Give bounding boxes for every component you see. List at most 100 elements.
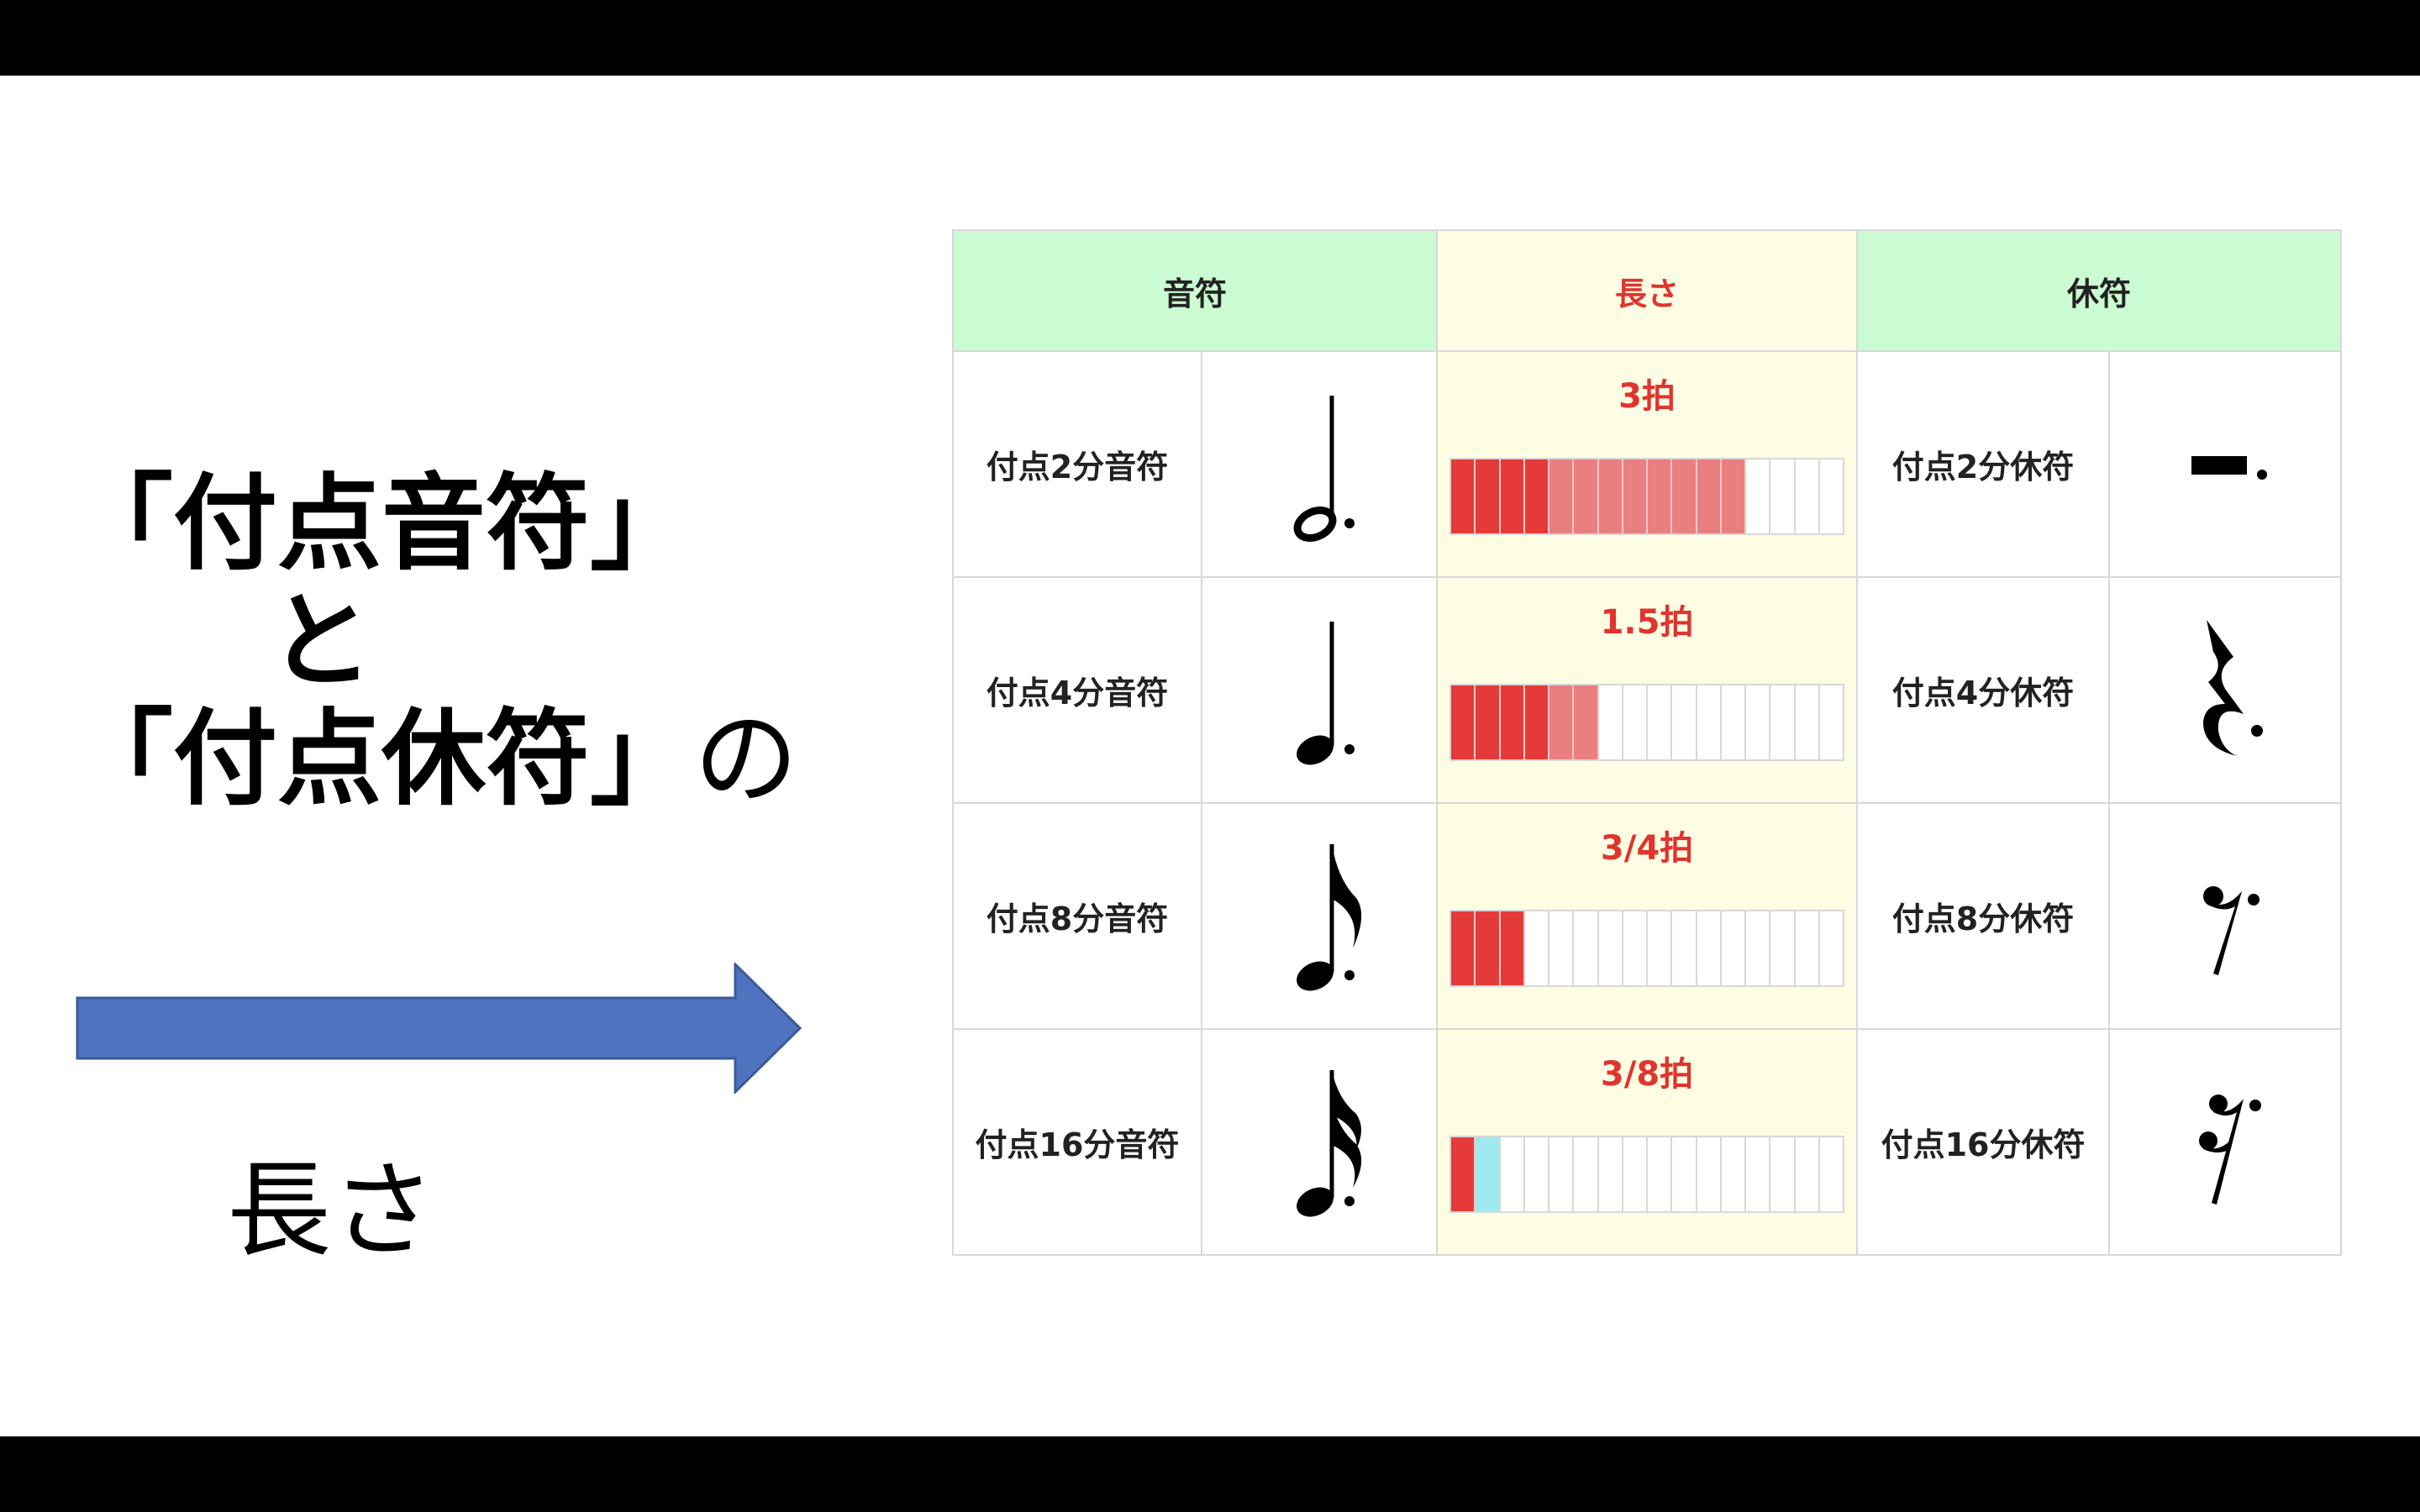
bar-segment [1525, 911, 1550, 985]
table-row: 付点8分音符 3/4拍 付点8分休符 [952, 802, 2343, 1030]
dotted-half-rest-icon [2108, 350, 2343, 578]
bar-segment [1796, 685, 1820, 759]
bar-segment [1451, 459, 1476, 533]
bar-segment [1796, 459, 1820, 533]
bar-segment [1476, 459, 1501, 533]
bar-segment [1648, 1137, 1673, 1211]
dotted-sixteenth-rest-icon [2108, 1028, 2343, 1256]
dotted-quarter-rest-icon [2108, 576, 2343, 804]
bar-segment [1623, 1137, 1649, 1211]
bar-segment [1796, 911, 1820, 985]
note-name: 付点4分音符 [952, 576, 1202, 804]
bar-segment [1820, 911, 1843, 985]
bar-segment [1770, 685, 1796, 759]
rest-name: 付点16分休符 [1856, 1028, 2111, 1256]
bar-segment [1451, 685, 1476, 759]
title-line-1: 「付点音符」 [69, 464, 695, 585]
bar-segment [1599, 1137, 1623, 1211]
bar-segment [1697, 685, 1722, 759]
bar-segment [1549, 1137, 1575, 1211]
bar-segment [1746, 685, 1771, 759]
beat-label: 3/4拍 [1600, 829, 1694, 868]
bar-segment [1672, 685, 1697, 759]
bar-segment [1722, 1137, 1747, 1211]
bar-segment [1770, 911, 1796, 985]
title-line-3-main: 「付点休符」 [69, 699, 695, 820]
bar-segment [1672, 459, 1697, 533]
beat-label: 3拍 [1618, 377, 1676, 416]
bar-segment [1746, 459, 1771, 533]
bar-segment [1500, 911, 1525, 985]
title-line-3: 「付点休符」の [69, 707, 798, 811]
beat-label: 3/8拍 [1600, 1055, 1694, 1094]
table-row: 付点16分音符 3/8拍 付点16分休符 [952, 1028, 2343, 1256]
note-name: 付点8分音符 [952, 802, 1202, 1030]
bar-segment [1820, 1137, 1843, 1211]
beat-label: 1.5拍 [1600, 603, 1694, 642]
bar-segment [1672, 911, 1697, 985]
bar-segment [1525, 1137, 1550, 1211]
bar-segment [1500, 459, 1525, 533]
dotted-quarter-note-icon [1200, 576, 1439, 804]
note-name: 付点16分音符 [952, 1028, 1202, 1256]
bar-segment [1524, 685, 1550, 759]
bar-segment [1648, 459, 1673, 533]
bar-segment [1648, 685, 1673, 759]
bar-segment [1672, 1137, 1697, 1211]
bar-segment [1599, 911, 1623, 985]
bar-segment [1574, 911, 1599, 985]
length-bar [1449, 1136, 1845, 1213]
right-arrow-icon [76, 963, 802, 1094]
length-cell: 3/4拍 [1436, 802, 1859, 1030]
dotted-half-note-icon [1200, 350, 1439, 578]
bar-segment [1820, 459, 1843, 533]
bar-segment [1697, 911, 1722, 985]
dotted-sixteenth-note-icon [1200, 1028, 1439, 1256]
bar-segment [1476, 1137, 1501, 1211]
length-cell: 1.5拍 [1436, 576, 1859, 804]
header-rest: 休符 [1856, 229, 2343, 352]
bar-segment [1451, 911, 1476, 985]
length-bar [1449, 458, 1845, 535]
bar-segment [1746, 911, 1771, 985]
bar-segment [1623, 911, 1649, 985]
note-name: 付点2分音符 [952, 350, 1202, 578]
bar-segment [1549, 911, 1575, 985]
bar-segment [1476, 911, 1501, 985]
length-cell: 3/8拍 [1436, 1028, 1859, 1256]
length-cell: 3拍 [1436, 350, 1859, 578]
bar-segment [1721, 459, 1747, 533]
bar-segment [1599, 685, 1623, 759]
bar-segment [1501, 1137, 1525, 1211]
rest-name: 付点2分休符 [1856, 350, 2111, 578]
table-row: 付点4分音符 1.5拍 付点4分休符 [952, 576, 2343, 804]
bar-segment [1500, 685, 1525, 759]
bar-segment [1451, 1137, 1476, 1211]
bar-segment [1574, 459, 1599, 533]
bar-segment [1574, 1137, 1599, 1211]
rest-name: 付点4分休符 [1856, 576, 2111, 804]
bar-segment [1722, 685, 1747, 759]
bar-segment [1623, 459, 1649, 533]
title-line-2: と [269, 581, 374, 702]
length-bar [1449, 684, 1845, 761]
header-note: 音符 [951, 229, 1439, 352]
title-line-3-suffix: の [694, 699, 799, 820]
bar-segment [1549, 459, 1575, 533]
bar-segment [1697, 1137, 1722, 1211]
bar-segment [1722, 911, 1747, 985]
rest-name: 付点8分休符 [1856, 802, 2111, 1030]
length-bar [1449, 910, 1845, 987]
bar-segment [1796, 1137, 1820, 1211]
bar-segment [1476, 685, 1501, 759]
dotted-eighth-note-icon [1200, 802, 1439, 1030]
bar-segment [1574, 685, 1599, 759]
bar-segment [1524, 459, 1550, 533]
dotted-eighth-rest-icon [2108, 802, 2343, 1030]
bar-segment [1623, 685, 1649, 759]
bar-segment [1648, 911, 1673, 985]
bar-segment [1770, 459, 1796, 533]
bar-segment [1697, 459, 1722, 533]
bar-segment [1598, 459, 1623, 533]
bar-segment [1549, 685, 1575, 759]
